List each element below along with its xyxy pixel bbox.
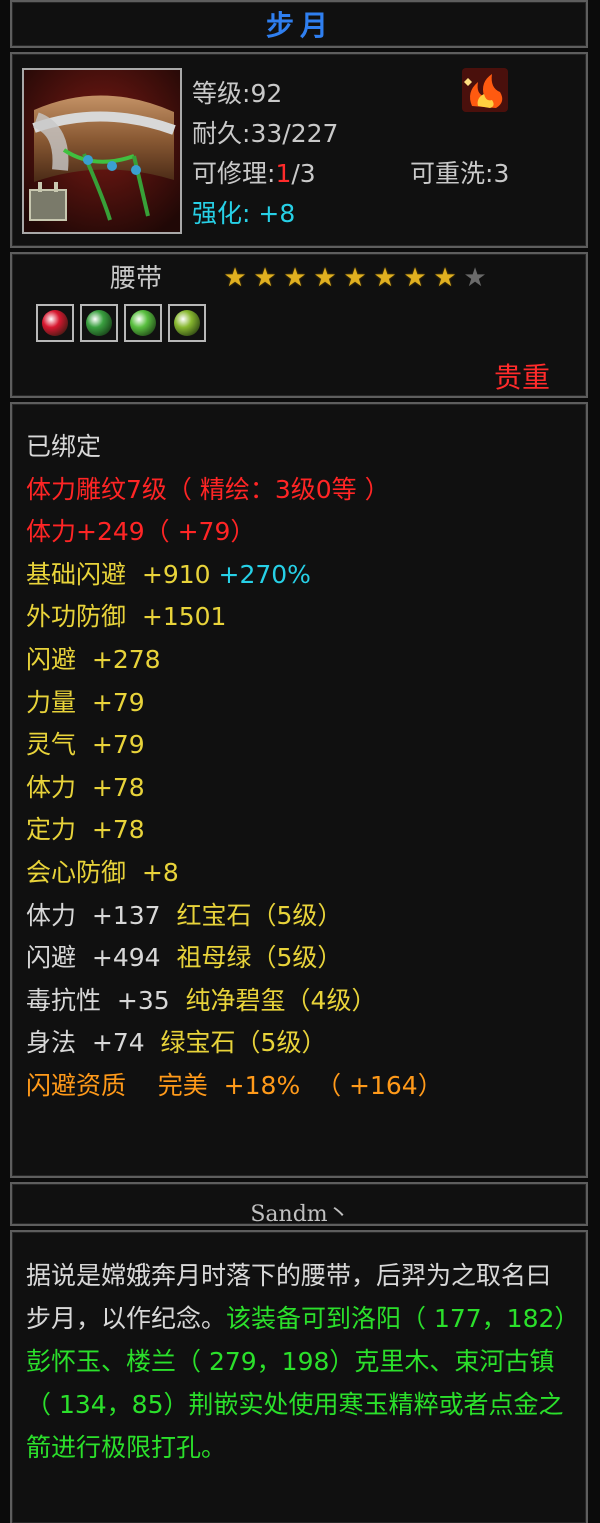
star-filled-icon: ★ bbox=[343, 263, 367, 293]
repair-stat: 可修理:1/3 bbox=[192, 159, 316, 188]
gem-ball bbox=[174, 310, 200, 336]
enhance-label: 强化 bbox=[192, 199, 243, 228]
star-rating: ★ ★ ★ ★ ★ ★ ★ ★ ★ bbox=[220, 265, 490, 291]
attribute-line: 闪避资质 完美 +18% （ +164） bbox=[26, 1065, 443, 1108]
attribute-line: 体力+249（ +79） bbox=[26, 511, 443, 554]
attribute-text: 力量 +79 bbox=[26, 687, 145, 717]
level-stat: 等级:92 bbox=[192, 79, 283, 108]
attribute-line: 已绑定 bbox=[26, 426, 443, 469]
attribute-text: 毒抗性 +35 bbox=[26, 985, 186, 1015]
star-filled-icon: ★ bbox=[373, 263, 397, 293]
ruby-gem-icon[interactable] bbox=[36, 304, 74, 342]
star-empty-icon: ★ bbox=[463, 263, 487, 293]
item-type: 腰带 bbox=[110, 264, 163, 294]
repair-total: /3 bbox=[291, 159, 316, 188]
attribute-text: 体力+249（ +79） bbox=[26, 517, 256, 547]
attribute-text: 已绑定 bbox=[26, 432, 102, 461]
durability-stat: 耐久:33/227 bbox=[192, 119, 339, 148]
attribute-text: 外功防御 +1501 bbox=[26, 602, 227, 632]
gem-ball bbox=[130, 310, 156, 336]
attribute-text: 体力雕纹7级（ 精绘：3级0等 ） bbox=[26, 474, 390, 504]
gem-ball bbox=[42, 310, 68, 336]
attribute-text: 基础闪避 +910 bbox=[26, 559, 219, 589]
attribute-text: 体力 +137 bbox=[26, 900, 177, 930]
attribute-text: 闪避资质 完美 +18% （ +164） bbox=[26, 1070, 443, 1100]
attribute-gem-name: 红宝石（5级） bbox=[176, 900, 343, 930]
enhance-value: +8 bbox=[258, 199, 296, 228]
level-label: 等级 bbox=[192, 79, 243, 108]
attribute-gem-name: 绿宝石（5级） bbox=[160, 1028, 327, 1058]
rewash-value: 3 bbox=[493, 159, 510, 188]
attribute-text: 身法 +74 bbox=[26, 1028, 161, 1058]
star-filled-icon: ★ bbox=[223, 263, 247, 293]
attribute-gem-name: 祖母绿（5级） bbox=[176, 943, 343, 973]
attribute-line: 体力 +78 bbox=[26, 767, 443, 810]
level-value: 92 bbox=[250, 79, 283, 108]
attribute-line: 闪避 +494 祖母绿（5级） bbox=[26, 937, 443, 980]
durability-label: 耐久 bbox=[192, 119, 243, 148]
attribute-line: 毒抗性 +35 纯净碧玺（4级） bbox=[26, 980, 443, 1023]
attribute-text: 会心防御 +8 bbox=[26, 857, 179, 887]
item-tooltip: 步月 等级:92 耐久:33/227 可修理:1/3 可重洗:3 强化: +8 … bbox=[0, 0, 600, 1523]
enhance-stat: 强化: +8 bbox=[192, 199, 296, 228]
attribute-line: 闪避 +278 bbox=[26, 639, 443, 682]
attribute-line: 会心防御 +8 bbox=[26, 852, 443, 895]
attribute-line: 体力雕纹7级（ 精绘：3级0等 ） bbox=[26, 469, 443, 512]
emerald-gem-icon[interactable] bbox=[80, 304, 118, 342]
attribute-line: 灵气 +79 bbox=[26, 724, 443, 767]
attribute-line: 外功防御 +1501 bbox=[26, 596, 443, 639]
attribute-line: 身法 +74 绿宝石（5级） bbox=[26, 1022, 443, 1065]
rewash-stat: 可重洗:3 bbox=[410, 159, 510, 188]
repair-label: 可修理 bbox=[192, 159, 268, 188]
attribute-line: 力量 +79 bbox=[26, 682, 443, 725]
attribute-bonus: +270% bbox=[218, 559, 311, 589]
star-filled-icon: ★ bbox=[253, 263, 277, 293]
socket-gems bbox=[36, 304, 206, 342]
attribute-text: 闪避 +494 bbox=[26, 943, 177, 973]
attribute-line: 体力 +137 红宝石（5级） bbox=[26, 895, 443, 938]
gem-ball bbox=[86, 310, 112, 336]
attribute-text: 灵气 +79 bbox=[26, 730, 145, 760]
attribute-text: 定力 +78 bbox=[26, 815, 145, 845]
attribute-text: 闪避 +278 bbox=[26, 644, 161, 674]
repair-used: 1 bbox=[275, 159, 292, 188]
attribute-text: 体力 +78 bbox=[26, 772, 145, 802]
attribute-gem-name: 纯净碧玺（4级） bbox=[185, 985, 377, 1015]
durability-value: 33/227 bbox=[250, 119, 339, 148]
star-filled-icon: ★ bbox=[283, 263, 307, 293]
belt-item-icon bbox=[22, 68, 182, 234]
star-filled-icon: ★ bbox=[313, 263, 337, 293]
item-title: 步月 bbox=[265, 9, 334, 42]
attribute-line: 基础闪避 +910 +270% bbox=[26, 554, 443, 597]
crafter-name: Sandm丶 bbox=[250, 1202, 350, 1227]
rarity-label: 贵重 bbox=[494, 361, 551, 394]
fire-enchant-icon bbox=[462, 68, 508, 112]
star-filled-icon: ★ bbox=[403, 263, 427, 293]
attribute-list: 已绑定体力雕纹7级（ 精绘：3级0等 ） 体力+249（ +79） 基础闪避 +91… bbox=[26, 426, 443, 1108]
item-description: 据说是嫦娥奔月时落下的腰带，后羿为之取名曰步月，以作纪念。该装备可到洛阳（ 17… bbox=[26, 1254, 572, 1469]
green-gem-icon[interactable] bbox=[124, 304, 162, 342]
rewash-label: 可重洗 bbox=[410, 159, 486, 188]
attribute-line: 定力 +78 bbox=[26, 809, 443, 852]
star-filled-icon: ★ bbox=[433, 263, 457, 293]
jade-gem-icon[interactable] bbox=[168, 304, 206, 342]
